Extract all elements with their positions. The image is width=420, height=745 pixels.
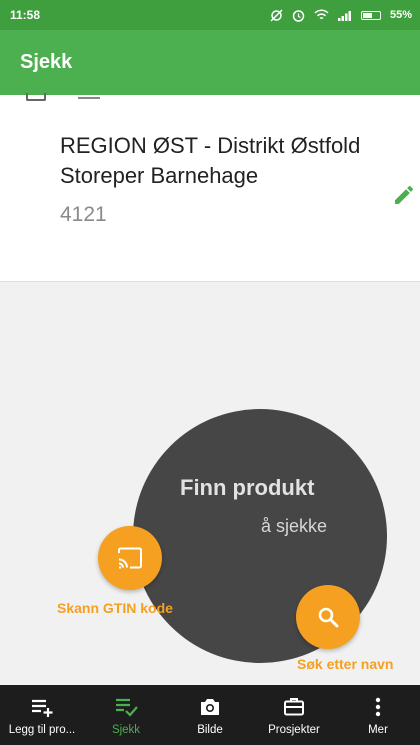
status-bar: 11:58 55%: [0, 0, 420, 30]
battery-level: 55%: [389, 9, 412, 21]
project-card: REGION ØST - Distrikt Østfold Storeper B…: [0, 93, 420, 282]
briefcase-icon: [284, 698, 304, 716]
nav-item-check[interactable]: Sjekk: [84, 685, 168, 745]
bottom-nav: Legg til pro... Sjekk Bilde Prosjekter M…: [0, 685, 420, 745]
nav-label: Prosjekter: [268, 724, 320, 736]
find-product-title: Finn produkt: [180, 475, 315, 500]
status-icons: 55%: [270, 8, 412, 22]
find-product-subtitle: å sjekke: [261, 516, 328, 536]
page-title: Sjekk: [20, 51, 73, 73]
playlist-add-icon: [32, 699, 53, 717]
project-name: REGION ØST - Distrikt Østfold Storeper B…: [60, 133, 361, 188]
scan-gtin-label[interactable]: Skann GTIN kode: [57, 600, 173, 616]
sync-off-icon: [270, 8, 283, 22]
project-code: 4121: [60, 203, 107, 226]
nav-item-more[interactable]: Mer: [336, 685, 420, 745]
signal-icon: [337, 10, 351, 21]
scan-gtin-button[interactable]: [98, 526, 162, 590]
nav-label: Bilde: [197, 724, 223, 736]
partial-icon: [78, 93, 100, 99]
cast-icon: [118, 547, 142, 569]
edit-button[interactable]: [392, 183, 416, 207]
search-icon: [318, 607, 339, 628]
nav-label: Mer: [368, 724, 388, 736]
battery-icon: [360, 10, 381, 20]
nav-label: Legg til pro...: [8, 724, 76, 736]
nav-item-photo[interactable]: Bilde: [168, 685, 252, 745]
nav-item-add-product[interactable]: Legg til pro...: [0, 685, 84, 745]
alarm-icon: [292, 9, 305, 22]
more-vert-icon: [375, 697, 381, 717]
status-time: 11:58: [10, 8, 41, 22]
checkbox-icon: [26, 93, 46, 101]
app-bar: Sjekk: [0, 30, 420, 95]
search-by-name-label[interactable]: Søk etter navn: [297, 656, 393, 672]
nav-item-projects[interactable]: Prosjekter: [252, 685, 336, 745]
camera-icon: [201, 699, 219, 715]
nav-label: Sjekk: [111, 724, 141, 736]
search-by-name-button[interactable]: [296, 585, 360, 649]
wifi-icon: [314, 9, 329, 20]
pencil-icon: [395, 185, 414, 204]
playlist-check-icon: [116, 698, 138, 717]
